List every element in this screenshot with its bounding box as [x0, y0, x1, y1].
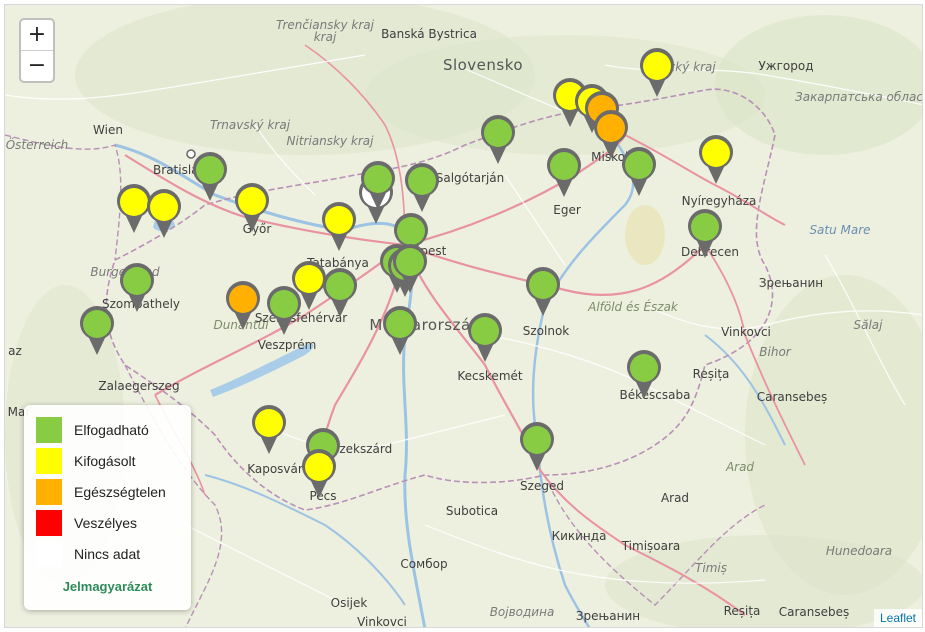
station-marker-kifogasolt[interactable] [300, 448, 338, 500]
legend-swatch [36, 417, 62, 443]
legend-label: Elfogadható [74, 422, 149, 438]
legend-label: Nincs adat [74, 546, 141, 562]
legend-swatch [36, 510, 62, 536]
station-marker-elfogadhato[interactable] [620, 146, 658, 198]
map-label: Veszprém [257, 338, 317, 352]
station-marker-kifogasolt[interactable] [320, 201, 358, 253]
map-label: Vinkovci [357, 615, 407, 628]
station-marker-kifogasolt[interactable] [145, 188, 183, 240]
map-label: Wien [93, 123, 123, 137]
map-label: Österreich [5, 138, 69, 152]
map-label: Hunedoara [825, 544, 893, 558]
map-label: Szolnok [522, 324, 570, 338]
map-label: Subotica [445, 504, 499, 518]
map-label: Зрењанин [758, 276, 824, 290]
map-label: Trnavský kraj [209, 118, 291, 132]
map-label: Nyíregyháza [681, 194, 757, 208]
map-label: Arad [660, 491, 690, 505]
map-label: Војводина [489, 605, 555, 619]
legend-swatch [36, 448, 62, 474]
map-label: Timișoara [621, 539, 681, 553]
map-label: Ужгород [758, 59, 814, 73]
map-label: Arad [725, 460, 755, 474]
station-marker-elfogadhato[interactable] [78, 305, 116, 357]
station-marker-elfogadhato[interactable] [118, 262, 156, 314]
station-marker-kifogasolt[interactable] [233, 182, 271, 234]
map-label: Timiș [695, 561, 727, 575]
station-marker-kifogasolt[interactable] [697, 134, 735, 186]
zoom-control: + − [19, 18, 55, 83]
map-label: Vinkovci [721, 325, 771, 339]
map-label: Alföld és Észak [588, 300, 678, 314]
map-label: Caransebeș [756, 390, 828, 404]
map-label: Salgótarján [435, 171, 505, 185]
map-label: Кикинда [551, 529, 607, 543]
map-label: Szeged [520, 479, 564, 493]
map-label: Kecskemét [457, 369, 523, 383]
attribution-link[interactable]: Leaflet [873, 609, 922, 627]
map-label: Osijek [330, 596, 368, 610]
map-label: Зрењанин [575, 609, 641, 623]
map-label: kraj [313, 30, 337, 44]
map-label: Slovensko [442, 56, 524, 74]
station-marker-elfogadhato[interactable] [391, 243, 429, 295]
station-marker-elfogadhato[interactable] [403, 162, 441, 214]
legend-label: Kifogásolt [74, 453, 136, 469]
legend: Elfogadható Kifogásolt Egészségtelen Ves… [24, 405, 191, 610]
station-marker-elfogadhato[interactable] [191, 151, 229, 203]
station-marker-elfogadhato[interactable] [545, 147, 583, 199]
legend-title: Jelmagyarázat [62, 579, 153, 594]
station-marker-kifogasolt[interactable] [250, 404, 288, 456]
map-label: Reșița [723, 604, 761, 618]
map-label: az [8, 344, 22, 358]
station-marker-elfogadhato[interactable] [518, 421, 556, 473]
station-marker-elfogadhato[interactable] [265, 285, 303, 337]
station-marker-elfogadhato[interactable] [359, 160, 397, 212]
station-marker-elfogadhato[interactable] [466, 312, 504, 364]
map-label: Nitriansky kraj [286, 134, 374, 148]
station-marker-elfogadhato[interactable] [524, 266, 562, 318]
station-marker-kifogasolt[interactable] [638, 47, 676, 99]
station-marker-elfogadhato[interactable] [381, 305, 419, 357]
map-label: Bihor [759, 345, 791, 359]
station-marker-elfogadhato[interactable] [321, 267, 359, 319]
map-label: Закарпатська область [795, 90, 923, 104]
map-label: Reșița [692, 367, 730, 381]
map-label: Kaposvár [247, 462, 303, 476]
map-label: Satu Mare [809, 223, 871, 237]
legend-label: Veszélyes [74, 515, 138, 531]
map-label: Eger [553, 203, 581, 217]
map-label: Zalaegerszeg [98, 379, 180, 393]
legend-swatch [36, 541, 62, 567]
station-marker-elfogadhato[interactable] [479, 114, 517, 166]
map[interactable]: Trenčiansky kraj kraj Banská Bystrica Sl… [4, 4, 923, 628]
map-label: Sălaj [853, 318, 883, 332]
station-marker-elfogadhato[interactable] [686, 208, 724, 260]
station-marker-egeszsegtelen[interactable] [224, 280, 262, 332]
legend-swatch [36, 479, 62, 505]
station-marker-elfogadhato[interactable] [625, 349, 663, 401]
map-label: Сомбор [400, 557, 448, 571]
legend-label: Egészségtelen [74, 484, 166, 500]
map-label: Caransebeș [778, 605, 850, 619]
zoom-out-button[interactable]: − [21, 50, 53, 81]
zoom-in-button[interactable]: + [21, 20, 53, 50]
map-label: Banská Bystrica [381, 27, 477, 41]
